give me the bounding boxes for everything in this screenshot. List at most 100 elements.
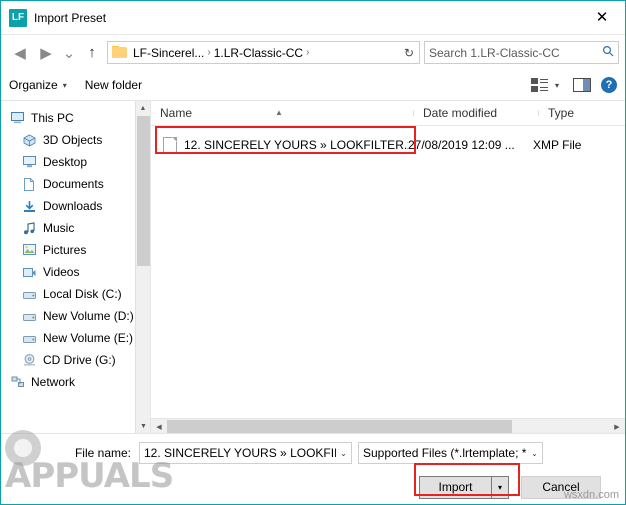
sidebar-label: CD Drive (G:): [43, 353, 116, 367]
music-icon: [23, 221, 43, 235]
sidebar-scroll-thumb[interactable]: [137, 116, 150, 266]
breadcrumb-separator-icon: ›: [207, 47, 211, 58]
sidebar-item-videos[interactable]: Videos: [1, 261, 150, 283]
chevron-down-icon[interactable]: ⌄: [336, 449, 351, 458]
scroll-right-icon[interactable]: ▶: [609, 419, 625, 434]
refresh-icon[interactable]: ↻: [399, 42, 419, 63]
folder-icon: [112, 46, 128, 59]
file-type-filter-select[interactable]: Supported Files (*.lrtemplate; *. ⌄: [358, 442, 543, 464]
scroll-left-icon[interactable]: ◀: [151, 419, 167, 434]
sidebar-label: Videos: [43, 265, 80, 279]
desktop-icon: [23, 156, 43, 168]
column-label-type: Type: [548, 106, 575, 120]
view-chevron-down-icon[interactable]: ▾: [555, 81, 559, 90]
highlight-box-import: [414, 463, 520, 496]
file-type: XMP File: [533, 138, 582, 152]
forward-icon[interactable]: ▶: [33, 40, 59, 66]
up-icon[interactable]: ↑: [79, 40, 105, 66]
sidebar-item-this-pc[interactable]: This PC: [1, 107, 150, 129]
organize-button[interactable]: Organize ▾: [9, 78, 67, 92]
sidebar-item-local-disk-c[interactable]: Local Disk (C:): [1, 283, 150, 305]
column-header-date-modified[interactable]: Date modified: [414, 106, 539, 120]
column-headers: Name ▲ Date modified Type: [151, 101, 625, 126]
sidebar-item-music[interactable]: Music: [1, 217, 150, 239]
navigation-bar: ◀ ▶ ⌄ ↑ LF-Sincerel... › 1.LR-Classic-CC…: [1, 35, 625, 70]
file-type-filter-value: Supported Files (*.lrtemplate; *.: [363, 446, 527, 460]
new-folder-button[interactable]: New folder: [85, 78, 142, 92]
sidebar-label: Desktop: [43, 155, 88, 169]
sidebar-item-desktop[interactable]: Desktop: [1, 151, 150, 173]
sidebar-label: Music: [43, 221, 75, 235]
scroll-up-icon[interactable]: ▲: [136, 101, 150, 116]
chevron-down-icon: ▾: [62, 80, 67, 90]
search-input[interactable]: Search 1.LR-Classic-CC: [424, 41, 619, 64]
search-icon: [602, 45, 614, 60]
scroll-down-icon[interactable]: ▼: [136, 419, 150, 434]
sidebar-item-new-volume-d[interactable]: New Volume (D:): [1, 305, 150, 327]
back-icon[interactable]: ◀: [7, 40, 33, 66]
file-list-pane: Name ▲ Date modified Type 12. SINCERELY …: [151, 101, 625, 434]
drive-icon: [23, 311, 43, 322]
dialog-body: This PC 3D Objects Desktop Documents Dow…: [1, 101, 625, 434]
breadcrumb-item-1[interactable]: 1.LR-Classic-CC: [214, 46, 303, 60]
sidebar-label: Network: [31, 375, 76, 389]
help-icon[interactable]: ?: [601, 77, 617, 93]
recent-locations-icon[interactable]: ⌄: [59, 40, 79, 66]
title-bar: LF Import Preset ✕: [1, 1, 625, 35]
column-header-type[interactable]: Type: [539, 106, 619, 120]
chevron-down-icon-filter[interactable]: ⌄: [527, 449, 542, 458]
command-toolbar: Organize ▾ New folder ▾ ?: [1, 70, 625, 101]
sidebar-list: This PC 3D Objects Desktop Documents Dow…: [1, 101, 150, 393]
new-folder-label: New folder: [84, 78, 143, 92]
toolbar-right-group: ▾ ?: [530, 77, 617, 93]
view-options-icon[interactable]: [530, 78, 548, 92]
cd-drive-icon: [23, 354, 43, 366]
sidebar-item-network[interactable]: Network: [1, 371, 150, 393]
drive-icon: [23, 289, 43, 300]
sidebar-item-new-volume-e[interactable]: New Volume (E:): [1, 327, 150, 349]
sidebar-item-cd-drive-g[interactable]: CD Drive (G:): [1, 349, 150, 371]
sidebar-item-3d-objects[interactable]: 3D Objects: [1, 129, 150, 151]
sidebar-label: Downloads: [43, 199, 103, 213]
preview-pane-icon[interactable]: [573, 78, 591, 92]
breadcrumb-item-0[interactable]: LF-Sincerel...: [133, 46, 204, 60]
sort-ascending-icon: ▲: [275, 108, 283, 117]
column-label-name: Name: [160, 106, 193, 120]
sidebar-item-pictures[interactable]: Pictures: [1, 239, 150, 261]
sidebar-label: Documents: [43, 177, 104, 191]
column-header-name[interactable]: Name ▲: [151, 106, 414, 120]
address-bar[interactable]: LF-Sincerel... › 1.LR-Classic-CC › ↻: [107, 41, 420, 64]
file-date-modified: 27/08/2019 12:09 ...: [408, 138, 515, 152]
pictures-icon: [23, 244, 43, 256]
sidebar-label: This PC: [31, 111, 74, 125]
navigation-pane: This PC 3D Objects Desktop Documents Dow…: [1, 101, 151, 434]
highlight-box-file: [155, 126, 416, 154]
documents-icon: [23, 177, 43, 191]
file-list-horizontal-scrollbar[interactable]: ◀ ▶: [151, 418, 625, 434]
pc-icon: [11, 112, 31, 124]
cube-icon: [23, 134, 43, 147]
videos-icon: [23, 267, 43, 278]
network-icon: [11, 376, 31, 388]
sidebar-label: New Volume (D:): [43, 309, 134, 323]
search-placeholder: Search 1.LR-Classic-CC: [429, 45, 560, 60]
app-icon: LF: [9, 8, 27, 27]
sidebar-label: Pictures: [43, 243, 87, 257]
appuals-text-watermark: APPUALS: [5, 456, 174, 496]
close-window-button[interactable]: ✕: [579, 1, 625, 33]
file-dialog-window: LF Import Preset ✕ ◀ ▶ ⌄ ↑ LF-Sincerel..…: [0, 0, 626, 505]
sidebar-label: Local Disk (C:): [43, 287, 122, 301]
column-label-date: Date modified: [423, 106, 498, 120]
sidebar-label: 3D Objects: [43, 133, 103, 147]
drive-icon: [23, 333, 43, 344]
breadcrumb-separator-icon-2: ›: [306, 47, 310, 58]
sidebar-item-downloads[interactable]: Downloads: [1, 195, 150, 217]
sidebar-label: New Volume (E:): [43, 331, 134, 345]
sidebar-item-documents[interactable]: Documents: [1, 173, 150, 195]
sidebar-scrollbar[interactable]: ▲ ▼: [135, 101, 150, 434]
window-title: Import Preset: [34, 10, 107, 25]
organize-label: Organize: [9, 78, 58, 92]
horizontal-scroll-thumb[interactable]: [167, 420, 512, 433]
site-watermark: wsxdn.com: [563, 489, 619, 501]
downloads-icon: [23, 200, 43, 213]
